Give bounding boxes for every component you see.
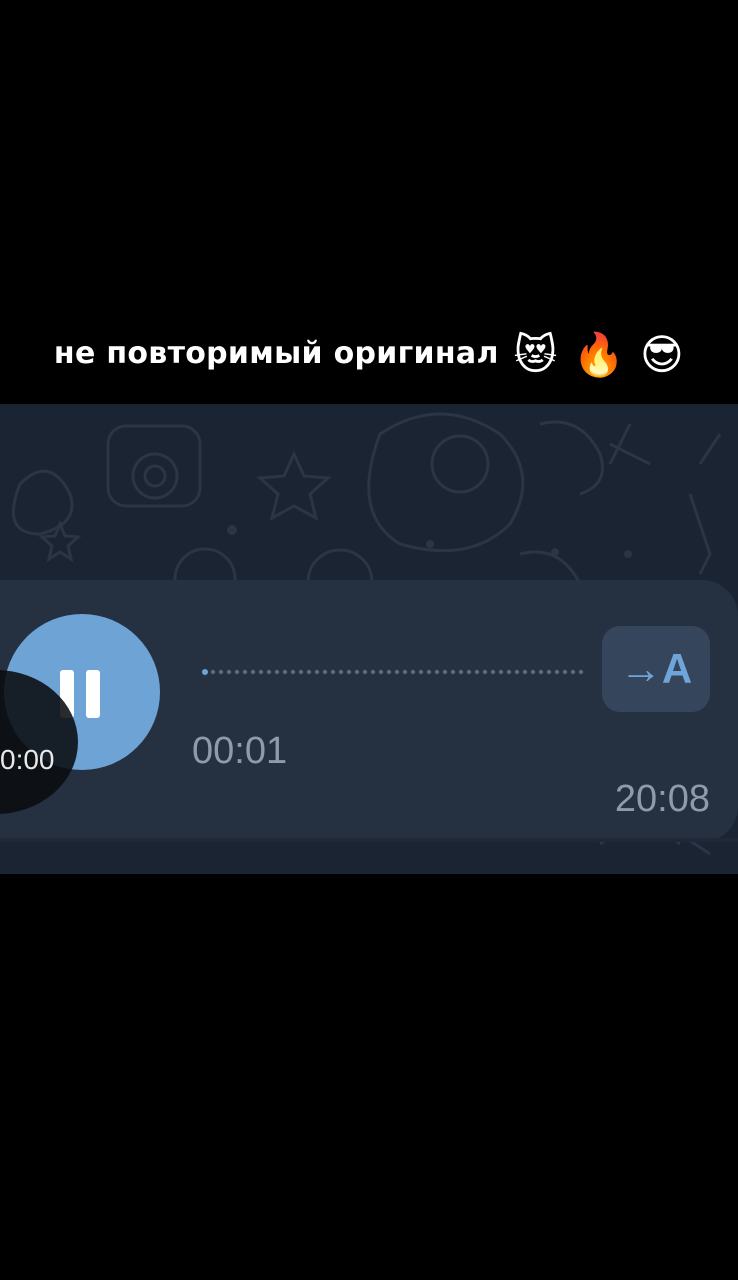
- waveform-dot: [498, 669, 504, 675]
- caption: не повторимый оригинал 😻 🔥 😎: [0, 330, 738, 380]
- waveform-dot: [370, 669, 376, 675]
- waveform-dot: [426, 669, 432, 675]
- waveform-dot: [226, 669, 232, 675]
- waveform-dot: [274, 669, 280, 675]
- waveform-dot: [522, 669, 528, 675]
- waveform-dot: [482, 669, 488, 675]
- message-time: 20:08: [614, 778, 710, 820]
- waveform-dot: [338, 669, 344, 675]
- waveform-dot: [346, 669, 352, 675]
- duration-label: 00:01: [192, 730, 288, 772]
- waveform-dot: [322, 669, 328, 675]
- waveform-dot: [266, 669, 272, 675]
- waveform-dot: [570, 669, 576, 675]
- waveform-dot: [546, 669, 552, 675]
- waveform-dot: [490, 669, 496, 675]
- video-timer-label: 0:00: [0, 744, 55, 775]
- waveform-dot: [434, 669, 440, 675]
- waveform-dot: [530, 669, 536, 675]
- waveform-dot: [314, 669, 320, 675]
- divider: [0, 838, 738, 842]
- waveform-dot: [402, 669, 408, 675]
- waveform-dot: [394, 669, 400, 675]
- waveform-dot: [298, 669, 304, 675]
- waveform-dot: [458, 669, 464, 675]
- waveform-dot: [250, 669, 256, 675]
- waveform-dot: [218, 669, 224, 675]
- waveform-dot: [386, 669, 392, 675]
- waveform-dot: [466, 669, 472, 675]
- waveform-dot: [306, 669, 312, 675]
- waveform-dot: [474, 669, 480, 675]
- chat-area: 0:00 00:01 20:08 →A: [0, 404, 738, 874]
- waveform-dot: [578, 669, 584, 675]
- waveform-dot: [378, 669, 384, 675]
- waveform-dot: [234, 669, 240, 675]
- waveform-dot: [450, 669, 456, 675]
- waveform-dot: [538, 669, 544, 675]
- waveform-dot: [562, 669, 568, 675]
- waveform-dot: [554, 669, 560, 675]
- waveform-dot: [418, 669, 424, 675]
- waveform[interactable]: [202, 666, 588, 678]
- waveform-dot: [410, 669, 416, 675]
- waveform-dot: [290, 669, 296, 675]
- waveform-dot: [362, 669, 368, 675]
- waveform-dot: [242, 669, 248, 675]
- transcribe-button[interactable]: →A: [602, 626, 710, 712]
- waveform-dot: [210, 669, 216, 675]
- waveform-dot: [258, 669, 264, 675]
- waveform-dot: [506, 669, 512, 675]
- waveform-dot: [514, 669, 520, 675]
- waveform-dot: [354, 669, 360, 675]
- emoji-icons: 😻 🔥 😎: [513, 330, 685, 379]
- waveform-dot: [202, 669, 208, 675]
- waveform-dot: [442, 669, 448, 675]
- waveform-dot: [330, 669, 336, 675]
- caption-text: не повторимый оригинал: [53, 336, 499, 371]
- waveform-dot: [282, 669, 288, 675]
